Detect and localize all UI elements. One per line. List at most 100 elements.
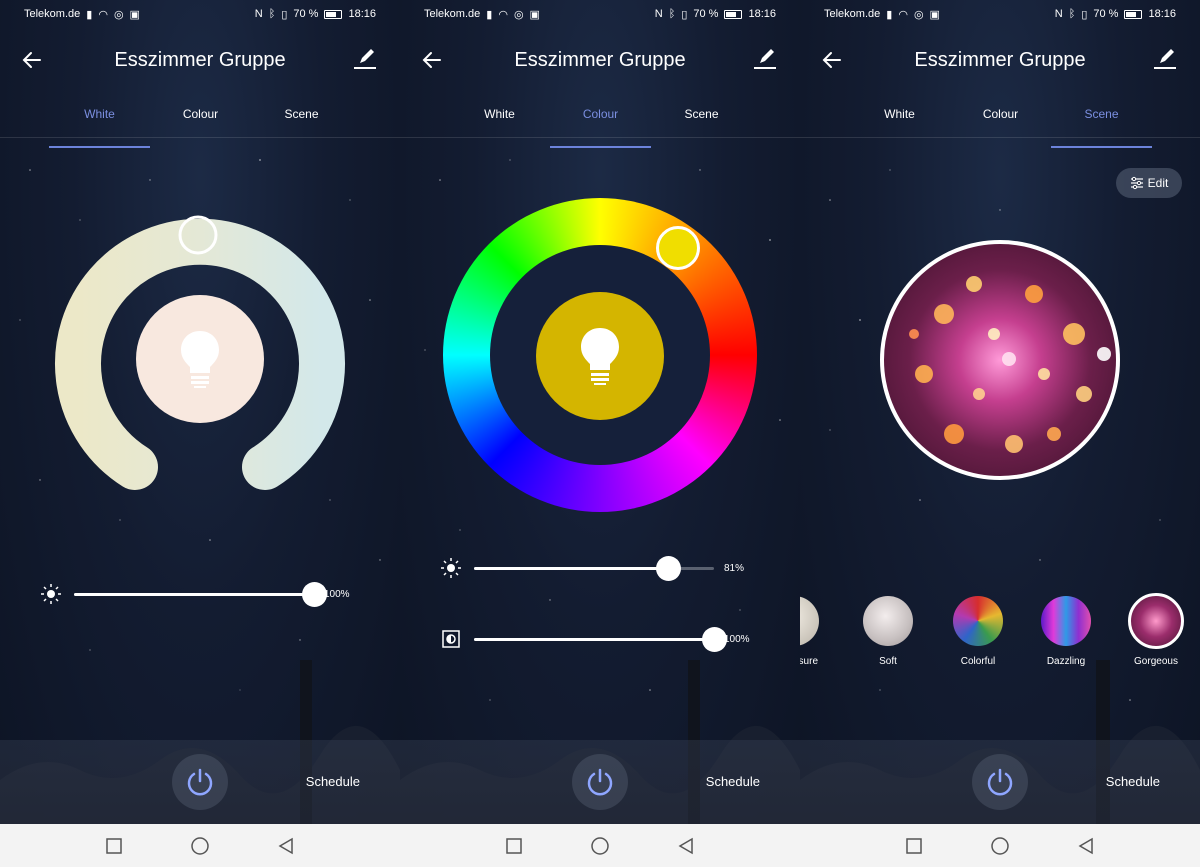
- nfc-icon: N: [1054, 8, 1063, 20]
- recents-button[interactable]: [471, 824, 557, 867]
- bluetooth-icon: ᛒ: [1068, 8, 1076, 20]
- scene-label: Gorgeous: [1134, 656, 1178, 667]
- brightness-thumb[interactable]: [302, 581, 327, 607]
- scene-item-dazzling[interactable]: Dazzling: [1036, 596, 1096, 667]
- bulb-preview[interactable]: [136, 295, 264, 423]
- edit-pencil-icon[interactable]: [352, 46, 378, 72]
- back-arrow-icon[interactable]: [20, 48, 44, 72]
- tab-white[interactable]: White: [849, 100, 950, 137]
- wifi-icon: ◠: [898, 8, 908, 21]
- circle-icon: [991, 836, 1009, 855]
- clock: 18:16: [1148, 8, 1176, 20]
- brightness-thumb[interactable]: [656, 555, 682, 581]
- app-header: Esszimmer Gruppe: [400, 40, 800, 80]
- saturation-thumb[interactable]: [702, 626, 727, 652]
- schedule-button[interactable]: Schedule: [706, 774, 760, 789]
- tab-scene[interactable]: Scene: [651, 100, 752, 137]
- edit-pencil-icon[interactable]: [752, 46, 778, 72]
- saturation-fill: [474, 637, 714, 641]
- screen-scene: Telekom.de ▮ ◠ ◎ ▣ N ᛒ ▯ 70 % 18:16 Essz…: [800, 0, 1200, 867]
- home-button[interactable]: [557, 824, 643, 867]
- battery-percent: 70 %: [1093, 8, 1119, 20]
- power-icon: [987, 768, 1013, 796]
- back-button[interactable]: [1043, 824, 1129, 867]
- tab-colour[interactable]: Colour: [550, 100, 651, 148]
- scene-item-colorful[interactable]: Colorful: [948, 596, 1008, 667]
- scene-label: Dazzling: [1046, 656, 1086, 667]
- bulb-preview[interactable]: [536, 292, 664, 420]
- scene-thumb: [800, 596, 819, 646]
- triangle-back-icon: [278, 837, 293, 854]
- signal-icon: ▮: [886, 8, 893, 21]
- page-title: Esszimmer Gruppe: [514, 48, 686, 71]
- back-arrow-icon[interactable]: [820, 48, 844, 72]
- tab-bar: White Colour Scene: [800, 100, 1200, 148]
- triangle-back-icon: [1078, 837, 1093, 854]
- tab-white[interactable]: White: [449, 100, 550, 137]
- wifi-icon: ◠: [498, 8, 508, 21]
- vibrate-icon: ▯: [281, 8, 288, 21]
- clock: 18:16: [348, 8, 376, 20]
- brightness-track[interactable]: [74, 581, 327, 607]
- square-icon: [106, 837, 122, 854]
- battery-percent: 70 %: [693, 8, 719, 20]
- saturation-slider-row: 100%: [440, 626, 780, 652]
- saturation-icon: [440, 628, 462, 650]
- scene-item-leisure[interactable]: sure: [800, 596, 824, 667]
- brightness-value: 100%: [324, 588, 350, 600]
- instagram-icon: ◎: [513, 8, 524, 21]
- tab-colour[interactable]: Colour: [150, 100, 251, 137]
- saturation-track[interactable]: [474, 626, 727, 652]
- power-button[interactable]: [972, 754, 1028, 810]
- brightness-track[interactable]: [474, 555, 714, 581]
- vibrate-icon: ▯: [681, 8, 688, 21]
- square-icon: [506, 837, 522, 854]
- android-nav-bar: [800, 824, 1200, 867]
- scene-item-gorgeous[interactable]: Gorgeous: [1126, 593, 1186, 667]
- tab-colour[interactable]: Colour: [950, 100, 1051, 137]
- back-button[interactable]: [643, 824, 729, 867]
- screen-colour: Telekom.de ▮ ◠ ◎ ▣ N ᛒ ▯ 70 % 18:16 Essz…: [400, 0, 800, 867]
- power-button[interactable]: [172, 754, 228, 810]
- scene-item-soft[interactable]: Soft: [858, 596, 918, 667]
- edit-pencil-icon[interactable]: [1152, 46, 1178, 72]
- circle-icon: [591, 836, 609, 855]
- back-button[interactable]: [243, 824, 329, 867]
- nfc-icon: N: [254, 8, 263, 20]
- wifi-icon: ◠: [98, 8, 108, 21]
- home-button[interactable]: [957, 824, 1043, 867]
- tab-scene[interactable]: Scene: [251, 100, 352, 137]
- scene-thumb: [953, 596, 1003, 646]
- scene-label: sure: [800, 656, 818, 667]
- scene-label: Colorful: [960, 656, 996, 667]
- carrier-text: Telekom.de: [24, 8, 81, 20]
- back-arrow-icon[interactable]: [420, 48, 444, 72]
- nfc-icon: N: [654, 8, 663, 20]
- sliders-icon: [1130, 176, 1143, 190]
- carrier-text: Telekom.de: [424, 8, 481, 20]
- power-button[interactable]: [572, 754, 628, 810]
- recents-button[interactable]: [71, 824, 157, 867]
- bluetooth-icon: ᛒ: [668, 8, 676, 20]
- bottom-controls: Schedule: [400, 740, 800, 824]
- scene-thumb: [1041, 596, 1091, 646]
- page-title: Esszimmer Gruppe: [114, 48, 286, 71]
- tab-white[interactable]: White: [49, 100, 150, 148]
- square-icon: [906, 837, 922, 854]
- vibrate-icon: ▯: [1081, 8, 1088, 21]
- saturation-value: 100%: [724, 633, 750, 645]
- scene-label: Soft: [879, 656, 897, 667]
- scene-edit-button[interactable]: Edit: [1116, 168, 1182, 198]
- colour-handle[interactable]: [656, 226, 700, 270]
- message-icon: ▣: [129, 8, 140, 21]
- signal-icon: ▮: [86, 8, 93, 21]
- schedule-button[interactable]: Schedule: [1106, 774, 1160, 789]
- schedule-button[interactable]: Schedule: [306, 774, 360, 789]
- bluetooth-icon: ᛒ: [268, 8, 276, 20]
- tab-scene[interactable]: Scene: [1051, 100, 1152, 148]
- scene-carousel[interactable]: sure Soft Colorful Dazzling Gorgeous: [800, 593, 1200, 676]
- tab-bar: White Colour Scene: [400, 100, 800, 148]
- recents-button[interactable]: [871, 824, 957, 867]
- home-button[interactable]: [157, 824, 243, 867]
- app-header: Esszimmer Gruppe: [0, 40, 400, 80]
